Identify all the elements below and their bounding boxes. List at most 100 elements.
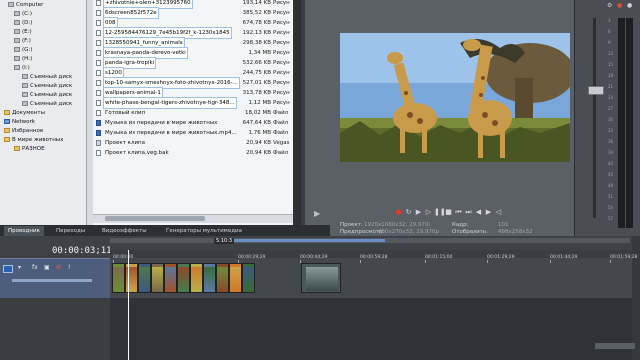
file-row[interactable]: top-10-samyx-smeshnyx-foto-zhivotnyx-201… (93, 77, 293, 89)
file-row[interactable]: wallpapers-animal-1 313,78 KB Рисун (93, 87, 293, 99)
panel-separator[interactable] (293, 0, 301, 225)
file-row[interactable]: 1328550941_funny_animals 298,38 KB Рисун (93, 37, 293, 49)
loop-region-bar[interactable] (110, 238, 630, 243)
stop-icon[interactable]: ■ (444, 208, 453, 217)
ruler-tick (300, 260, 301, 263)
record-icon[interactable]: ● (394, 208, 403, 217)
docking-tab[interactable]: Видеоэффекты (98, 226, 151, 236)
loop-icon[interactable]: ↻ (404, 208, 413, 217)
drive-icon (14, 47, 20, 52)
next-frame-icon[interactable]: ▶ (484, 208, 493, 217)
tree-item[interactable]: Документы (4, 109, 45, 118)
video-track-header[interactable]: ▾ fx ▣ ⊘ ! (0, 258, 110, 299)
video-clip[interactable] (138, 263, 151, 293)
loop-playback-icon[interactable]: ◁ (494, 208, 503, 217)
file-row[interactable]: panda-igra-tropiki 532,66 KB Рисун (93, 57, 293, 69)
file-row[interactable]: 008 674,78 KB Рисун (93, 17, 293, 29)
solo-track-icon[interactable]: ! (68, 264, 70, 271)
file-name: 12-2595844761​29_7e45b19f2f_k-1230x1845 (103, 27, 232, 39)
video-clip[interactable] (216, 263, 229, 293)
ruler-tick (550, 260, 551, 263)
tree-item[interactable]: Съемный диск (22, 82, 72, 91)
tree-item[interactable]: (H:) (14, 55, 32, 64)
file-row[interactable]: +zhivotnie+olen+3123995760 193,14 KB Рисун (93, 0, 293, 9)
ruler-tick (610, 260, 611, 263)
tree-item[interactable]: Съемный диск (22, 100, 72, 109)
tree-item-label: Документы (12, 110, 45, 116)
tree-item-label: (G:) (22, 47, 33, 53)
file-row[interactable]: Готовый клип 18,02 MB Файл (93, 108, 293, 118)
file-row[interactable]: 12-2595844761​29_7e45b19f2f_k-1230x1845 1… (93, 27, 293, 39)
play-from-start-icon[interactable]: ▶ (414, 208, 423, 217)
fx-icon[interactable]: fx (32, 264, 38, 271)
docking-tab[interactable]: Генераторы мультимедиа (162, 226, 246, 236)
tree-item[interactable]: Съемный диск (22, 91, 72, 100)
file-row[interactable]: s1200 244,75 KB Рисун (93, 67, 293, 79)
tree-item[interactable]: Network (4, 118, 35, 127)
file-row[interactable]: 6dscreen852f572e 385,52 KB Рисун (93, 7, 293, 19)
video-clip[interactable] (112, 263, 125, 293)
tree-item[interactable]: В мире животных (4, 136, 63, 145)
go-to-start-icon[interactable]: ⏮ (454, 208, 463, 217)
video-clip[interactable] (125, 263, 138, 293)
file-name: +zhivotnie+olen+3123995760 (103, 0, 193, 9)
prev-frame-icon[interactable]: ◀ (474, 208, 483, 217)
file-row[interactable]: Музыка из передачи в мире животных 647,64… (93, 118, 293, 128)
video-clip[interactable] (229, 263, 242, 293)
play-from-start-icon[interactable]: ▶ (314, 209, 320, 218)
track-collapse-icon[interactable]: ▾ (18, 264, 21, 271)
meter-scale-label: 51 (608, 194, 614, 199)
tree-item[interactable]: Computer (8, 1, 43, 10)
tree-item[interactable]: Съемный диск (22, 73, 72, 82)
solo-icon[interactable]: ● (627, 2, 632, 9)
playhead-cursor[interactable] (128, 250, 129, 360)
ruler-label: 00:01:29;29 (487, 255, 515, 260)
mixer-settings-icon[interactable]: ⚙ (607, 2, 612, 9)
tree-item-label: Съемный диск (30, 92, 73, 98)
video-clip[interactable] (177, 263, 190, 293)
mute-track-icon[interactable]: ⊘ (56, 264, 61, 271)
file-size: 193,14 KB (242, 0, 271, 6)
go-to-end-icon[interactable]: ⏭ (464, 208, 473, 217)
file-row[interactable]: Музыка из передачи в мире животных.mp4..… (93, 128, 293, 138)
video-clip[interactable] (190, 263, 203, 293)
image-file-icon (96, 79, 101, 86)
tree-scrollbar[interactable] (86, 0, 93, 225)
pause-icon[interactable]: ❚❚ (434, 208, 446, 217)
video-clip[interactable] (151, 263, 164, 293)
tree-item[interactable]: (G:) (14, 46, 32, 55)
tree-item-label: (E:) (22, 29, 32, 35)
timeline-hscrollbar[interactable] (595, 343, 635, 349)
file-row[interactable]: white-phase-bengal-tigers-zhivotnye-tigr… (93, 97, 293, 109)
level-slider[interactable] (12, 279, 92, 282)
file-row[interactable]: Проект клипа 20,94 KB Vegas (93, 138, 293, 148)
volume-fader-knob[interactable] (588, 86, 604, 95)
track-motion-icon[interactable]: ▣ (44, 264, 50, 271)
mute-icon[interactable]: ● (617, 2, 622, 9)
docking-tab[interactable]: Проводник (4, 226, 44, 236)
video-clip[interactable] (301, 263, 341, 293)
timecode-display: 00:00:03;11 (52, 246, 112, 256)
file-type: Рисун (273, 80, 290, 86)
clip-thumbnail (230, 267, 241, 291)
tree-item[interactable]: (D:) (14, 19, 32, 28)
docking-tab[interactable]: Переходы (52, 226, 89, 236)
video-clip[interactable] (242, 263, 255, 293)
tree-item[interactable]: РАЗНОЕ (14, 145, 45, 154)
video-clip[interactable] (164, 263, 177, 293)
video-clip[interactable] (203, 263, 216, 293)
meter-scale-label: 12 (608, 51, 614, 56)
tree-item[interactable]: Избранное (4, 127, 43, 136)
tree-item[interactable]: (C:) (14, 10, 32, 19)
file-row[interactable]: krasnaya-panda-derevo-vetki 1,34 MB Рисун (93, 47, 293, 59)
file-name: krasnaya-panda-derevo-vetki (103, 47, 188, 59)
tree-item[interactable]: (I:) (14, 64, 30, 73)
tree-item[interactable]: (E:) (14, 28, 32, 37)
file-list-hscrollbar[interactable] (93, 214, 293, 223)
play-icon[interactable]: ▷ (424, 208, 433, 217)
tree-item-label: (C:) (22, 11, 32, 17)
meter-scale-label: 57 (608, 216, 614, 221)
file-row[interactable]: Проект клипа.veg.bak 20,94 KB Файл (93, 148, 293, 158)
image-file-icon (96, 49, 101, 56)
tree-item[interactable]: (F:) (14, 37, 31, 46)
